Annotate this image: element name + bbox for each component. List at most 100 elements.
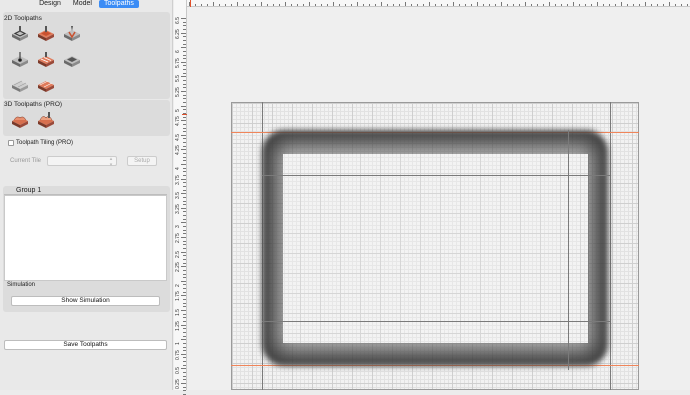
ruler-minor-tick	[183, 131, 186, 133]
ruler-minor-tick	[183, 98, 186, 100]
ruler-minor-tick	[183, 215, 186, 217]
ruler-minor-tick	[183, 182, 186, 184]
tab-design[interactable]: Design	[34, 0, 66, 8]
simulation-label: Simulation	[7, 282, 36, 288]
ruler-tick	[663, 4, 664, 6]
ruler-tick	[285, 2, 286, 6]
tiling-checkbox[interactable]	[8, 140, 14, 146]
ruler-minor-tick	[183, 379, 186, 381]
ruler-tick	[181, 207, 186, 209]
ruler-minor-tick	[183, 299, 186, 301]
ruler-tick	[213, 2, 214, 6]
ruler-minor-tick	[183, 306, 186, 308]
ruler-tick	[195, 4, 196, 6]
ruler-tick	[225, 4, 226, 6]
ruler-tick	[423, 4, 424, 6]
ruler-minor-tick	[183, 255, 186, 257]
ruler-tick	[471, 4, 472, 6]
ruler-minor-tick	[183, 160, 186, 162]
texture-toolpath-icon[interactable]	[10, 76, 30, 96]
ruler-minor-tick	[183, 375, 186, 377]
pocket-region	[283, 154, 588, 343]
ruler-minor-tick	[183, 94, 186, 96]
ruler-minor-tick	[183, 291, 186, 293]
profile-toolpath-icon[interactable]	[10, 25, 30, 45]
cursor-marker	[182, 114, 187, 115]
group-header[interactable]: Group 1	[4, 187, 167, 195]
ruler-tick	[459, 4, 460, 6]
pocket-toolpath-icon[interactable]	[36, 25, 56, 45]
3d-finishing-icon[interactable]	[36, 111, 56, 131]
ruler-minor-tick	[183, 204, 186, 206]
ruler-label: 2.25	[175, 262, 181, 273]
ruler-label: 6.25	[175, 28, 181, 39]
ruler-tick	[669, 2, 670, 6]
ruler-tick	[579, 4, 580, 6]
show-simulation-button[interactable]: Show Simulation	[11, 296, 160, 306]
ruler-tick	[393, 4, 394, 6]
ruler-label: 3.25	[175, 204, 181, 214]
inlay-toolpath-icon[interactable]	[36, 76, 56, 96]
ruler-minor-tick	[183, 83, 186, 85]
ruler-tick	[321, 4, 322, 6]
ruler-tick	[181, 105, 186, 107]
current-tile-select[interactable]	[47, 156, 118, 168]
guide-line	[262, 175, 610, 176]
setup-button[interactable]: Setup	[127, 156, 158, 166]
ruler-tick	[465, 4, 466, 6]
ruler-minor-tick	[183, 284, 186, 286]
chamfer-toolpath-icon[interactable]	[62, 51, 82, 71]
ruler-minor-tick	[183, 233, 186, 235]
save-toolpaths-button[interactable]: Save Toolpaths	[4, 340, 167, 350]
ruler-minor-tick	[183, 361, 186, 363]
ruler-tick	[333, 2, 334, 6]
ruler-label: 5	[175, 108, 181, 112]
fluting-toolpath-icon[interactable]	[36, 51, 56, 71]
3d-roughing-icon[interactable]	[10, 111, 30, 131]
ruler-tick	[513, 4, 514, 6]
ruler-tick	[181, 178, 186, 180]
ruler-tick	[181, 61, 186, 63]
ruler-tick	[429, 2, 430, 6]
ruler-tick	[255, 4, 256, 6]
ruler-minor-tick	[183, 196, 186, 198]
current-tile-row: Current Tile Setup	[10, 156, 158, 168]
ruler-minor-tick	[183, 247, 186, 249]
ruler-tick	[369, 4, 370, 6]
ruler-tick	[181, 368, 186, 370]
horizontal-ruler	[187, 0, 690, 7]
ruler-tick	[279, 4, 280, 6]
ruler-tick	[201, 4, 202, 6]
ruler-minor-tick	[183, 346, 186, 348]
ruler-tick	[231, 4, 232, 6]
ruler-tick	[681, 4, 682, 6]
ruler-minor-tick	[183, 36, 186, 38]
ruler-tick	[435, 4, 436, 6]
tab-model[interactable]: Model	[68, 0, 97, 8]
ruler-minor-tick	[183, 54, 186, 56]
ruler-tick	[237, 2, 238, 6]
toolpath-list[interactable]	[4, 195, 167, 281]
ruler-minor-tick	[183, 69, 186, 71]
drilling-toolpath-icon[interactable]	[10, 51, 30, 71]
ruler-tick	[519, 4, 520, 6]
ruler-minor-tick	[183, 21, 186, 23]
ruler-minor-tick	[183, 331, 186, 333]
vcarve-toolpath-icon[interactable]	[62, 25, 82, 45]
ruler-label: 5.75	[175, 58, 181, 68]
ruler-label: 0.75	[175, 350, 181, 360]
toolpaths-3d-title: 3D Toolpaths (PRO)	[4, 101, 63, 108]
ruler-tick	[633, 4, 634, 6]
ruler-tick	[351, 4, 352, 6]
ruler-tick	[531, 4, 532, 6]
ruler-minor-tick	[183, 39, 186, 41]
ruler-minor-tick	[183, 302, 186, 304]
cursor-marker	[190, 0, 191, 7]
ruler-minor-tick	[183, 390, 186, 392]
ruler-minor-tick	[183, 364, 186, 366]
ruler-minor-tick	[183, 72, 186, 74]
ruler-minor-tick	[183, 277, 186, 279]
ruler-tick	[573, 2, 574, 6]
vertical-ruler: 6.5 6.25 6 5.75 5.5 5.25 5 4.75 4.5 4.25 4 3.75 3.5 3…	[174, 0, 187, 395]
tab-toolpaths[interactable]: Toolpaths	[98, 0, 139, 8]
